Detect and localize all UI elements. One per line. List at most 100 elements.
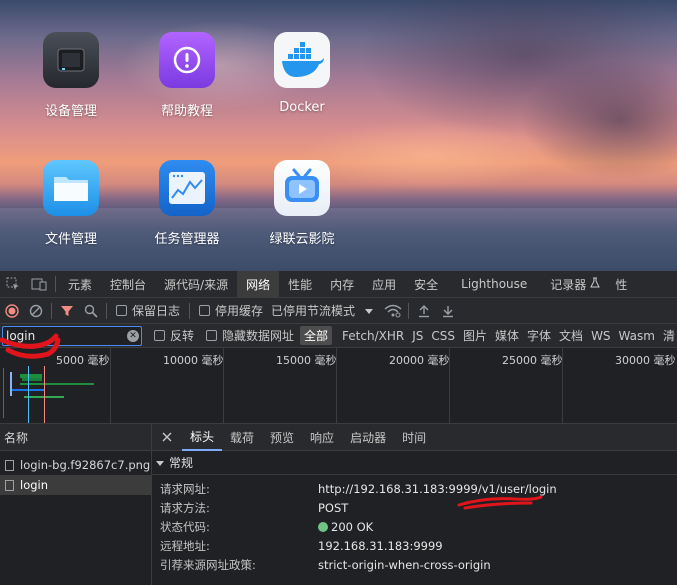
filter-type-css[interactable]: CSS (427, 329, 459, 343)
triangle-down-icon (156, 456, 164, 470)
file-icon (5, 459, 14, 471)
header-value: 192.168.31.183:9999 (318, 538, 443, 553)
folder-icon (43, 160, 99, 216)
app-file-manager[interactable]: 文件管理 (16, 160, 126, 247)
filter-type-manifest[interactable]: 清 (659, 327, 677, 344)
desktop: 设备管理 帮助教程 Docker 文件管理 任务管理器 绿联云影院 (0, 0, 677, 271)
tab-network[interactable]: 网络 (237, 270, 280, 298)
devtools-panel: 元素 控制台 源代码/来源 网络 性能 内存 应用 安全 Lighthouse … (0, 270, 677, 585)
request-list-header[interactable]: 名称 (0, 424, 151, 451)
close-icon[interactable] (152, 424, 182, 451)
filter-icon[interactable] (55, 298, 79, 324)
app-device-manager[interactable]: 设备管理 (16, 32, 126, 119)
app-label: 设备管理 (44, 104, 97, 119)
tab-performance-insights[interactable]: 性 (609, 271, 633, 298)
request-item-selected[interactable]: login (0, 475, 151, 495)
timeline-gridline (110, 348, 111, 423)
tab-headers[interactable]: 标头 (182, 424, 223, 451)
tab-sources[interactable]: 源代码/来源 (155, 271, 237, 298)
app-label: 文件管理 (44, 232, 97, 247)
preserve-log-checkbox[interactable]: 保留日志 (116, 302, 180, 319)
inspect-element-icon[interactable] (0, 271, 26, 298)
filter-type-media[interactable]: 媒体 (491, 327, 523, 344)
search-icon[interactable] (79, 298, 103, 324)
header-value: http://192.168.31.183:9999/v1/user/login (318, 481, 557, 496)
invert-label: 反转 (170, 329, 195, 343)
tab-security[interactable]: 安全 (405, 271, 447, 298)
filter-bar: ✕ 反转 隐藏数据网址 全部 Fetch/XHR JS CSS 图片 媒体 字体… (0, 324, 677, 348)
status-value: 200 OK (318, 520, 373, 534)
request-details: 标头 载荷 预览 响应 启动器 时间 常规 请求网址: http://192.1… (152, 424, 677, 585)
filter-type-wasm[interactable]: Wasm (615, 329, 659, 343)
tab-lighthouse[interactable]: Lighthouse (447, 271, 541, 298)
throttling-select[interactable]: 已停用节流模式 (271, 302, 374, 319)
timeline-tick: 10000 毫秒 (163, 354, 224, 367)
tab-performance[interactable]: 性能 (279, 271, 321, 298)
app-help-tutorial[interactable]: 帮助教程 (132, 32, 242, 119)
header-row-remote-address: 远程地址: 192.168.31.183:9999 (152, 536, 677, 555)
filter-type-ws[interactable]: WS (587, 329, 614, 343)
header-key: 引荐来源网址政策: (160, 557, 256, 572)
device-toolbar-icon[interactable] (26, 271, 52, 298)
tab-payload[interactable]: 载荷 (222, 424, 262, 451)
checkbox-box[interactable] (206, 330, 218, 341)
record-icon[interactable] (0, 298, 24, 324)
caret-down-icon (365, 304, 374, 318)
header-row-referrer-policy: 引荐来源网址政策: strict-origin-when-cross-origi… (152, 555, 677, 574)
section-title: 常规 (169, 456, 194, 470)
filter-type-doc[interactable]: 文档 (555, 327, 587, 344)
tab-timing[interactable]: 时间 (394, 424, 434, 451)
checkbox-box[interactable] (154, 330, 165, 341)
header-key: 请求方法: (160, 500, 210, 515)
network-toolbar: 保留日志 停用缓存 已停用节流模式 (0, 298, 677, 324)
divider (189, 302, 191, 319)
divider (55, 276, 56, 292)
devtools-tabbar: 元素 控制台 源代码/来源 网络 性能 内存 应用 安全 Lighthouse … (0, 270, 677, 298)
timeline-tick: 30000 毫秒 (615, 354, 676, 367)
checkbox-box[interactable] (199, 305, 211, 316)
tab-console[interactable]: 控制台 (101, 271, 155, 298)
export-har-download-icon[interactable] (436, 298, 460, 324)
hide-data-urls-checkbox[interactable]: 隐藏数据网址 (206, 327, 294, 344)
general-section-header[interactable]: 常规 (152, 451, 677, 475)
invert-checkbox[interactable]: 反转 (154, 327, 194, 344)
app-ugreen-cinema[interactable]: 绿联云影院 (247, 160, 357, 247)
app-label: 任务管理器 (154, 232, 220, 247)
tab-recorder[interactable]: 记录器 (541, 271, 609, 298)
app-label: 绿联云影院 (269, 232, 335, 247)
tab-memory[interactable]: 内存 (321, 271, 363, 298)
clear-icon[interactable] (24, 298, 48, 324)
filter-type-js[interactable]: JS (408, 329, 427, 343)
app-label: 帮助教程 (160, 104, 213, 119)
timeline-tick: 20000 毫秒 (389, 354, 450, 367)
tab-preview[interactable]: 预览 (262, 424, 302, 451)
filter-type-all[interactable]: 全部 (300, 326, 333, 345)
network-conditions-wifi-icon[interactable] (381, 298, 405, 324)
filter-type-font[interactable]: 字体 (523, 327, 555, 344)
header-row-request-url: 请求网址: http://192.168.31.183:9999/v1/user… (152, 479, 677, 498)
request-item[interactable]: login-bg.f92867c7.png (0, 455, 151, 475)
divider (51, 302, 52, 319)
tab-response[interactable]: 响应 (302, 424, 342, 451)
tab-application[interactable]: 应用 (363, 271, 405, 298)
file-icon (5, 479, 14, 491)
status-ok-dot-icon (318, 521, 328, 532)
tab-elements[interactable]: 元素 (59, 271, 101, 298)
tab-initiator[interactable]: 启动器 (342, 424, 394, 451)
checkbox-box[interactable] (116, 305, 127, 316)
request-name: login-bg.f92867c7.png (20, 458, 151, 472)
app-docker[interactable]: Docker (247, 32, 357, 115)
header-key: 状态代码: (160, 519, 210, 534)
app-task-manager[interactable]: 任务管理器 (132, 160, 242, 247)
clear-filter-icon[interactable]: ✕ (127, 329, 139, 342)
request-list: 名称 login-bg.f92867c7.png login (0, 424, 152, 585)
header-value: 200 OK (331, 519, 374, 534)
import-har-upload-icon[interactable] (412, 298, 436, 324)
throttling-value: 已停用节流模式 (271, 304, 356, 318)
timeline-overview[interactable]: 5000 毫秒 10000 毫秒 15000 毫秒 20000 毫秒 25000… (0, 348, 677, 424)
filter-type-img[interactable]: 图片 (459, 327, 491, 344)
filter-type-fetch-xhr[interactable]: Fetch/XHR (338, 329, 408, 343)
header-key: 请求网址: (160, 481, 210, 496)
filter-input[interactable] (3, 326, 141, 345)
disable-cache-checkbox[interactable]: 停用缓存 (199, 302, 263, 319)
